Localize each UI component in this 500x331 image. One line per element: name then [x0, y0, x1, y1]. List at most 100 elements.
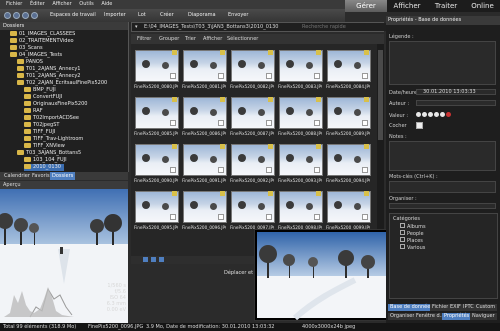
- compare-icon[interactable]: [159, 257, 164, 262]
- select-checkbox[interactable]: [362, 214, 368, 220]
- tree-item[interactable]: TIFF_FUJI: [24, 129, 55, 136]
- select-checkbox[interactable]: [314, 73, 320, 79]
- mode-online[interactable]: Online: [465, 0, 500, 12]
- select-checkbox[interactable]: [170, 120, 176, 126]
- sort-button[interactable]: Trier: [185, 34, 196, 44]
- menu-afficher[interactable]: Afficher: [52, 0, 71, 9]
- tree-item[interactable]: 01_IMAGES_CLASSEES: [10, 31, 75, 38]
- select-checkbox[interactable]: [170, 214, 176, 220]
- tree-item[interactable]: T02jpegST: [24, 122, 59, 129]
- thumbnail-item[interactable]: FinePix5200_0092.JPG: [229, 142, 275, 184]
- rating-stars[interactable]: [416, 112, 452, 119]
- select-button[interactable]: Sélectionner: [227, 34, 258, 44]
- import-menu[interactable]: Importer: [104, 9, 126, 22]
- thumbnail-item[interactable]: FinePix5200_0094.JPG: [325, 142, 371, 184]
- forward-icon[interactable]: [13, 12, 20, 19]
- view-button[interactable]: Afficher: [203, 34, 222, 44]
- legende-field[interactable]: [389, 41, 496, 85]
- thumbnail-item[interactable]: FinePix5200_0083.JPG: [277, 48, 323, 90]
- select-checkbox[interactable]: [218, 73, 224, 79]
- tree-item[interactable]: T02ImportACDSee: [24, 115, 79, 122]
- thumbnail-item[interactable]: FinePix5200_0096.JPG: [181, 189, 227, 231]
- keywords-field[interactable]: [389, 181, 496, 193]
- select-checkbox[interactable]: [362, 167, 368, 173]
- select-checkbox[interactable]: [314, 214, 320, 220]
- thumbnail-item[interactable]: FinePix5200_0084.JPG: [325, 48, 371, 90]
- mode-gerer[interactable]: Gérer: [345, 0, 387, 12]
- grid-scrollbar[interactable]: [377, 44, 384, 256]
- select-checkbox[interactable]: [362, 120, 368, 126]
- organiser-field[interactable]: [389, 203, 496, 209]
- batch-menu[interactable]: Lot: [138, 9, 146, 22]
- thumbnail-item[interactable]: FinePix5200_0087.JPG: [229, 95, 275, 137]
- share-icon[interactable]: [143, 257, 148, 262]
- tab-base-de-donnees[interactable]: Base de données: [388, 304, 435, 311]
- refresh-icon[interactable]: [31, 12, 38, 19]
- select-checkbox[interactable]: [266, 120, 272, 126]
- path-bar[interactable]: ▾ E:\04_IMAGES_Tests\T03_3\JAN3_Bottans3…: [131, 22, 386, 32]
- workspaces-menu[interactable]: Espaces de travail: [50, 9, 96, 22]
- mode-afficher[interactable]: Afficher: [387, 0, 427, 12]
- clear-rating-icon[interactable]: [446, 112, 451, 117]
- path-text[interactable]: E:\04_IMAGES_Tests\T03_3\JAN3_Bottans3\2…: [144, 23, 278, 31]
- tree-item[interactable]: TIFF_XNView: [24, 143, 65, 150]
- thumbnail-item[interactable]: FinePix5200_0086.JPG: [181, 95, 227, 137]
- tab-custom[interactable]: Custom: [474, 304, 498, 311]
- slideshow-menu[interactable]: Diaporama: [188, 9, 216, 22]
- scroll-thumb[interactable]: [378, 50, 383, 140]
- tab-calendrier[interactable]: Calendrier: [2, 172, 32, 180]
- select-checkbox[interactable]: [170, 167, 176, 173]
- select-checkbox[interactable]: [266, 214, 272, 220]
- rating-2-icon[interactable]: [422, 112, 427, 117]
- menu-outils[interactable]: Outils: [79, 0, 93, 9]
- tree-item[interactable]: 02_TRAITEMENTVideo: [10, 38, 74, 45]
- back-icon[interactable]: [4, 12, 11, 19]
- send-menu[interactable]: Envoyer: [228, 9, 248, 22]
- rating-5-icon[interactable]: [440, 112, 445, 117]
- rating-4-icon[interactable]: [434, 112, 439, 117]
- thumbnail-item[interactable]: FinePix5200_0097.JPG: [229, 189, 275, 231]
- thumbnail-item[interactable]: FinePix5200_0085.JPG: [133, 95, 179, 137]
- filter-button[interactable]: Filtrer: [137, 34, 151, 44]
- select-checkbox[interactable]: [314, 167, 320, 173]
- search-input[interactable]: [300, 23, 386, 31]
- thumbnail-item[interactable]: FinePix5200_0090.JPG: [133, 142, 179, 184]
- menu-fichier[interactable]: Fichier: [6, 0, 22, 9]
- thumbnail-item[interactable]: FinePix5200_0098.JPG: [277, 189, 323, 231]
- tree-item[interactable]: 103_104_FUJI: [24, 157, 67, 164]
- create-menu[interactable]: Créer: [160, 9, 174, 22]
- notes-field[interactable]: [389, 141, 496, 171]
- thumbnail-item[interactable]: FinePix5200_0080.JPG: [133, 48, 179, 90]
- select-checkbox[interactable]: [170, 73, 176, 79]
- group-button[interactable]: Grouper: [159, 34, 179, 44]
- category-various[interactable]: Various: [400, 244, 426, 251]
- thumbnail-item[interactable]: FinePix5200_0091.JPG: [181, 142, 227, 184]
- category-people[interactable]: People: [400, 230, 426, 237]
- tree-item[interactable]: OriginauxFinePix5200: [24, 101, 87, 108]
- tab-favoris[interactable]: Favoris: [30, 172, 52, 180]
- tree-item[interactable]: T01_2AJANS_Annecy1: [17, 66, 80, 73]
- tree-item[interactable]: TIFF_Trav-Lightroom: [24, 136, 83, 143]
- select-checkbox[interactable]: [218, 214, 224, 220]
- rotate-icon[interactable]: [151, 257, 156, 262]
- tree-item[interactable]: PANOS: [17, 59, 43, 66]
- thumbnail-item[interactable]: FinePix5200_0095.JPG: [133, 189, 179, 231]
- thumbnail-item[interactable]: FinePix5200_0088.JPG: [277, 95, 323, 137]
- thumbnail-item[interactable]: FinePix5200_0089.JPG: [325, 95, 371, 137]
- select-checkbox[interactable]: [266, 167, 272, 173]
- menu-editer[interactable]: Éditer: [30, 0, 45, 9]
- thumbnail-item[interactable]: FinePix5200_0093.JPG: [277, 142, 323, 184]
- thumbnail-item[interactable]: FinePix5200_0082.JPG: [229, 48, 275, 90]
- tab-naviguer[interactable]: Naviguer: [470, 313, 497, 320]
- select-checkbox[interactable]: [362, 73, 368, 79]
- mode-traiter[interactable]: Traiter: [427, 0, 465, 12]
- rating-3-icon[interactable]: [428, 112, 433, 117]
- up-icon[interactable]: [22, 12, 29, 19]
- tree-item[interactable]: 04_IMAGES_Tests: [10, 52, 62, 59]
- select-checkbox[interactable]: [266, 73, 272, 79]
- tree-item[interactable]: T01_2AJANS_Annecy2: [17, 73, 80, 80]
- cocher-checkbox[interactable]: [416, 122, 423, 129]
- tab-proprietes[interactable]: Propriétés: [442, 313, 472, 320]
- select-checkbox[interactable]: [314, 120, 320, 126]
- auteur-field[interactable]: [416, 100, 496, 106]
